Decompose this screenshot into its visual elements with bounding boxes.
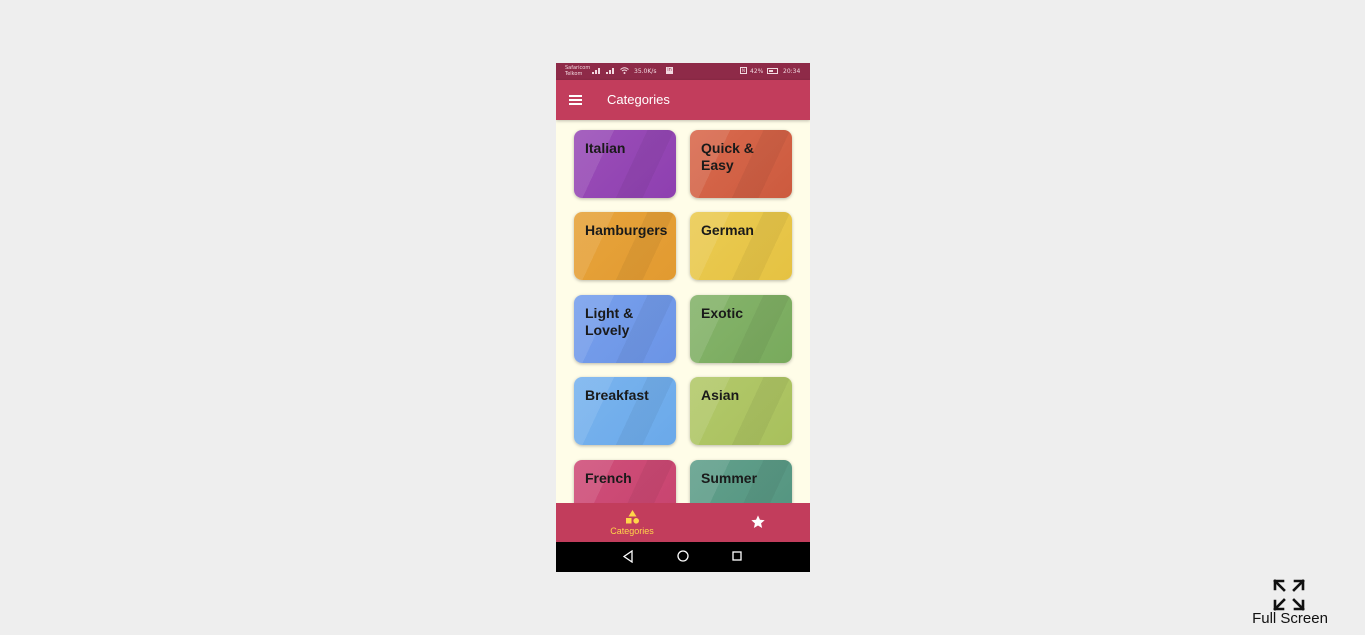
fullscreen-label: Full Screen	[1252, 610, 1328, 627]
category-tile-breakfast[interactable]: Breakfast	[574, 377, 676, 445]
carrier-2: Telkom	[565, 71, 583, 77]
category-label: Exotic	[701, 305, 744, 321]
wifi-icon	[620, 67, 629, 74]
phone-screen: Safaricom Telkom 35.0K/s in N 42% 20:34 …	[556, 63, 810, 572]
category-label: French	[585, 470, 632, 486]
system-navigation-bar	[556, 542, 810, 572]
category-tile-german[interactable]: German	[690, 212, 792, 280]
signal-icon	[606, 68, 614, 74]
battery-percent: 42%	[750, 68, 764, 75]
tab-categories-label: Categories	[610, 526, 654, 536]
home-circle-icon[interactable]	[677, 550, 689, 562]
hamburger-menu-icon[interactable]	[569, 95, 582, 105]
app-bar: Categories	[556, 80, 810, 120]
tab-favorites[interactable]	[708, 503, 810, 542]
fullscreen-button[interactable]: Full Screen	[1246, 576, 1334, 630]
expand-arrows-icon	[1273, 579, 1305, 611]
status-bar: Safaricom Telkom 35.0K/s in N 42% 20:34	[556, 63, 810, 80]
category-tile-exotic[interactable]: Exotic	[690, 295, 792, 363]
category-tile-asian[interactable]: Asian	[690, 377, 792, 445]
category-label: Italian	[585, 140, 626, 156]
bottom-navigation: Categories	[556, 503, 810, 542]
category-label: Asian	[701, 387, 740, 403]
signal-icon	[592, 68, 600, 74]
nfc-icon: N	[740, 67, 747, 74]
category-tile-french[interactable]: French	[574, 460, 676, 503]
network-speed: 35.0K/s	[634, 68, 657, 75]
category-tile-italian[interactable]: Italian	[574, 130, 676, 198]
battery-icon	[767, 68, 778, 74]
category-label: Hamburgers	[585, 222, 668, 238]
category-label: Breakfast	[585, 387, 649, 403]
clock: 20:34	[783, 68, 801, 75]
carrier-names: Safaricom Telkom	[565, 65, 590, 77]
category-label: Quick & Easy	[701, 140, 754, 173]
star-icon	[751, 515, 765, 528]
back-triangle-icon[interactable]	[622, 550, 634, 563]
category-tile-light-lovely[interactable]: Light & Lovely	[574, 295, 676, 363]
recent-square-icon[interactable]	[732, 551, 742, 561]
category-label: Light & Lovely	[585, 305, 634, 338]
category-tile-quick-easy[interactable]: Quick & Easy	[690, 130, 792, 198]
category-tile-summer[interactable]: Summer	[690, 460, 792, 503]
page-title: Categories	[607, 92, 670, 107]
category-label: Summer	[701, 470, 758, 486]
category-shapes-icon	[626, 510, 639, 524]
tab-categories[interactable]: Categories	[556, 503, 708, 542]
linkedin-icon: in	[666, 67, 673, 74]
category-tile-hamburgers[interactable]: Hamburgers	[574, 212, 676, 280]
category-label: German	[701, 222, 754, 238]
category-grid: Italian Quick & Easy Hamburgers German L…	[556, 120, 810, 503]
